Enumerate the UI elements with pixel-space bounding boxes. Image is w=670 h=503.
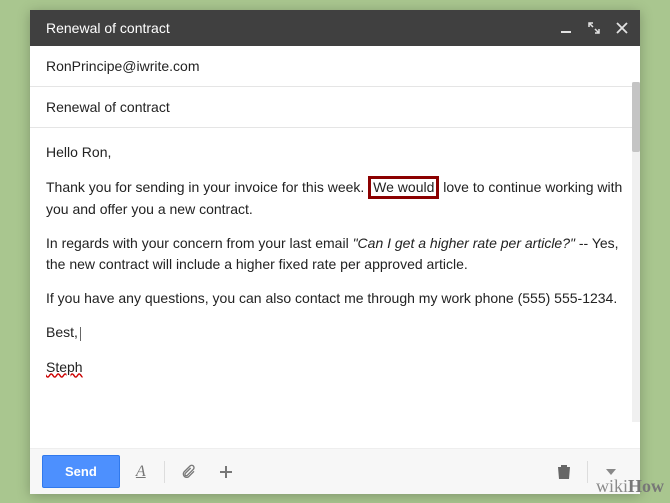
insert-icon[interactable] bbox=[209, 456, 243, 488]
window-controls bbox=[560, 22, 628, 34]
greeting: Hello Ron, bbox=[46, 142, 624, 162]
minimize-icon[interactable] bbox=[560, 22, 572, 34]
watermark: wikiHow bbox=[596, 476, 664, 497]
highlight-we-would: We would bbox=[368, 176, 439, 199]
text-cursor bbox=[80, 327, 81, 341]
compose-window: Renewal of contract RonPrincipe@iwrite.c… bbox=[30, 10, 640, 494]
scrollbar-thumb[interactable] bbox=[632, 82, 640, 152]
separator bbox=[587, 461, 588, 483]
signature: Steph bbox=[46, 359, 83, 375]
signoff-line: Best, bbox=[46, 322, 624, 342]
paragraph-2: In regards with your concern from your l… bbox=[46, 233, 624, 274]
attach-icon[interactable] bbox=[171, 456, 205, 488]
p2-quote: "Can I get a higher rate per article?" bbox=[353, 235, 575, 251]
compose-toolbar: Send A bbox=[30, 448, 640, 494]
close-icon[interactable] bbox=[616, 22, 628, 34]
watermark-prefix: wiki bbox=[596, 476, 628, 496]
window-title: Renewal of contract bbox=[46, 20, 560, 36]
expand-icon[interactable] bbox=[588, 22, 600, 34]
titlebar[interactable]: Renewal of contract bbox=[30, 10, 640, 46]
to-value: RonPrincipe@iwrite.com bbox=[46, 58, 199, 74]
separator bbox=[164, 461, 165, 483]
format-icon[interactable]: A bbox=[124, 456, 158, 488]
trash-icon[interactable] bbox=[547, 456, 581, 488]
paragraph-1: Thank you for sending in your invoice fo… bbox=[46, 176, 624, 219]
message-body[interactable]: Hello Ron, Thank you for sending in your… bbox=[30, 128, 640, 448]
to-field[interactable]: RonPrincipe@iwrite.com bbox=[30, 46, 640, 87]
send-button[interactable]: Send bbox=[42, 455, 120, 488]
subject-field[interactable]: Renewal of contract bbox=[30, 87, 640, 128]
p2-text-a: In regards with your concern from your l… bbox=[46, 235, 353, 251]
watermark-suffix: How bbox=[628, 476, 664, 496]
subject-value: Renewal of contract bbox=[46, 99, 170, 115]
paragraph-3: If you have any questions, you can also … bbox=[46, 288, 624, 308]
signoff: Best, bbox=[46, 324, 78, 340]
p1-text-a: Thank you for sending in your invoice fo… bbox=[46, 179, 368, 195]
scrollbar[interactable] bbox=[632, 82, 640, 422]
